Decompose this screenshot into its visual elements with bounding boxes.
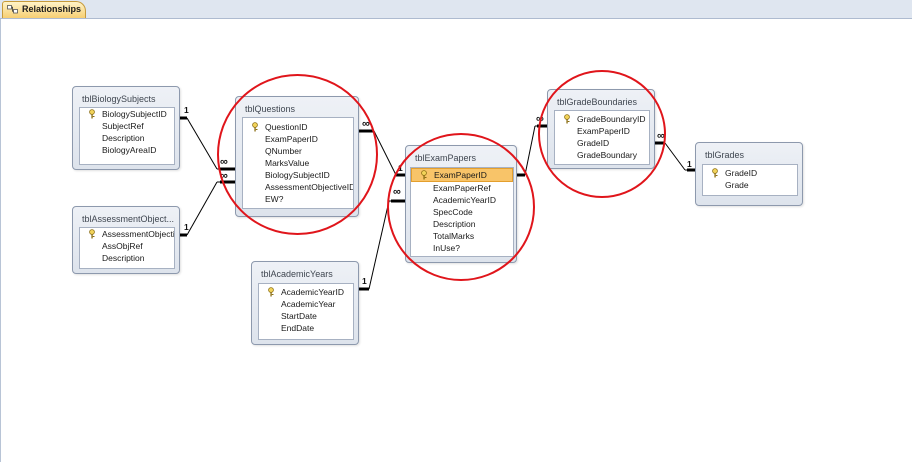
field-label: Description (102, 133, 145, 143)
field-item[interactable]: Description (80, 252, 174, 264)
table-assessment-objectives[interactable]: tblAssessmentObject... AssessmentObjecti… (72, 206, 180, 274)
cardinality-one: 1 (687, 159, 692, 169)
table-academic-years[interactable]: tblAcademicYears AcademicYearID Academic… (251, 261, 359, 345)
field-item[interactable]: AcademicYearID (259, 286, 353, 298)
annotation-circle-questions (217, 74, 378, 235)
field-label: BiologySubjectID (102, 109, 167, 119)
annotation-circle-exam-papers (387, 133, 535, 281)
field-item[interactable]: StartDate (259, 310, 353, 322)
field-item[interactable]: SubjectRef (80, 120, 174, 132)
primary-key-icon (89, 109, 95, 119)
field-label: Grade (725, 180, 749, 190)
cardinality-one: 1 (184, 222, 189, 232)
field-label: AcademicYear (281, 299, 336, 309)
table-title: tblGrades (705, 150, 745, 160)
field-item[interactable]: Description (80, 132, 174, 144)
relationships-tab[interactable]: Relationships (2, 1, 86, 18)
field-label: SubjectRef (102, 121, 144, 131)
field-label: AcademicYearID (281, 287, 344, 297)
field-list[interactable]: GradeID Grade (702, 164, 798, 196)
field-item[interactable]: AssessmentObjectiv (80, 228, 174, 240)
field-item[interactable]: EndDate (259, 322, 353, 334)
primary-key-icon (712, 168, 718, 178)
field-list[interactable]: AssessmentObjectiv AssObjRef Description (79, 227, 175, 269)
primary-key-icon (89, 229, 95, 239)
field-item[interactable]: BiologySubjectID (80, 108, 174, 120)
annotation-circle-grade-boundaries (538, 70, 666, 198)
tab-label: Relationships (22, 4, 82, 14)
field-label: EndDate (281, 323, 315, 333)
relationships-canvas[interactable]: 1 ∞ 1 ∞ ∞ 1 1 ∞ ∞ ∞ 1 tblBiologySubjects… (0, 19, 912, 462)
field-item[interactable]: AcademicYear (259, 298, 353, 310)
primary-key-icon (268, 287, 274, 297)
field-item[interactable]: Grade (703, 179, 797, 191)
table-grades[interactable]: tblGrades GradeID Grade (695, 142, 803, 206)
table-biology-subjects[interactable]: tblBiologySubjects BiologySubjectID Subj… (72, 86, 180, 170)
table-title: tblAssessmentObject... (82, 214, 175, 224)
field-list[interactable]: BiologySubjectID SubjectRef Description … (79, 107, 175, 165)
field-label: GradeID (725, 168, 758, 178)
field-label: StartDate (281, 311, 317, 321)
field-item[interactable]: AssObjRef (80, 240, 174, 252)
cardinality-one: 1 (362, 276, 367, 286)
field-label: BiologyAreaID (102, 145, 157, 155)
table-title: tblAcademicYears (261, 269, 333, 279)
field-label: AssObjRef (102, 241, 143, 251)
field-label: Description (102, 253, 145, 263)
field-label: AssessmentObjectiv (102, 229, 175, 239)
field-list[interactable]: AcademicYearID AcademicYear StartDate En… (258, 283, 354, 340)
cardinality-one: 1 (184, 105, 189, 115)
field-item[interactable]: GradeID (703, 167, 797, 179)
relationships-icon (7, 5, 18, 14)
field-item[interactable]: BiologyAreaID (80, 144, 174, 156)
document-tab-bar: Relationships (0, 0, 912, 19)
table-title: tblBiologySubjects (82, 94, 156, 104)
